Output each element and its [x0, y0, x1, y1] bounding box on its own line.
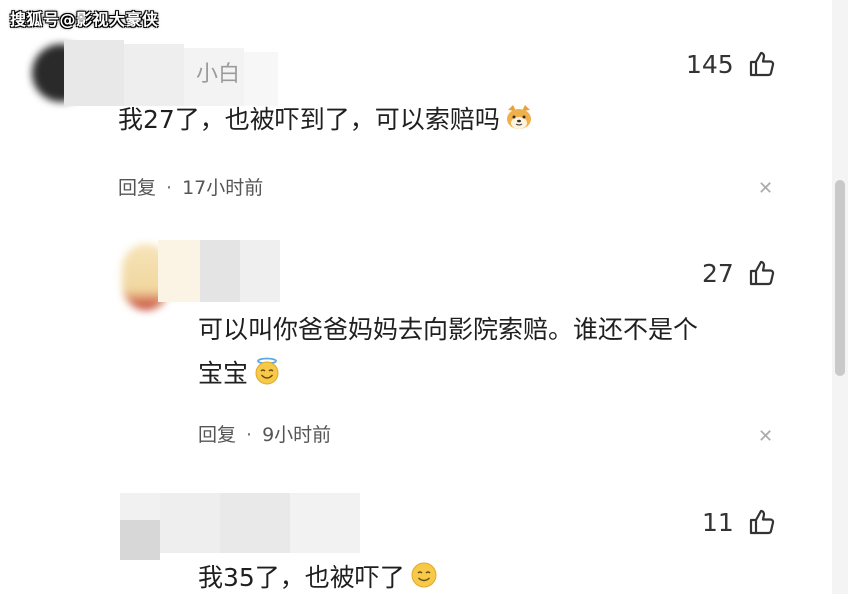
comment-text: 我27了，也被吓到了，可以索赔吗 — [118, 98, 534, 142]
username-censored — [120, 493, 360, 553]
like-count: 11 — [702, 508, 734, 537]
username-fragment: 小白 — [196, 62, 241, 87]
username-censored — [158, 240, 280, 302]
username-censored — [64, 40, 278, 106]
reply-button[interactable]: 回复 — [198, 424, 236, 446]
comment-text-line-2: 宝宝 — [198, 352, 282, 396]
separator-dot: · — [166, 177, 173, 199]
reply-button[interactable]: 回复 — [118, 177, 156, 199]
shiba-dog-emoji — [506, 105, 531, 129]
reply-row: 回复 · 9小时前 — [198, 420, 331, 447]
close-icon[interactable]: ✕ — [758, 180, 773, 198]
comment-text-line-1: 可以叫你爸爸妈妈去向影院索赔。谁还不是个 — [198, 315, 699, 344]
scrollbar-thumb[interactable] — [835, 180, 845, 376]
thumbs-up-icon[interactable] — [748, 259, 776, 287]
reply-row: 回复 · 17小时前 — [118, 173, 263, 200]
separator-dot: · — [246, 424, 253, 446]
comment-text: 我35了，也被吓了 — [198, 556, 439, 600]
watermark: 搜狐号@影视大豪侠 — [10, 10, 159, 29]
angel-smile-emoji — [255, 357, 279, 385]
timestamp: 17小时前 — [182, 177, 264, 199]
comment-body: 我27了，也被吓到了，可以索赔吗 — [118, 105, 500, 134]
like-count: 145 — [686, 50, 734, 79]
like-count: 27 — [702, 259, 734, 288]
thumbs-up-icon[interactable] — [748, 508, 776, 536]
thumbs-up-icon[interactable] — [748, 50, 776, 78]
comment-body: 我35了，也被吓了 — [198, 563, 405, 592]
smile-emoji — [411, 562, 437, 588]
close-icon[interactable]: ✕ — [758, 428, 773, 446]
comment-body: 宝宝 — [198, 359, 249, 388]
timestamp: 9小时前 — [262, 424, 332, 446]
